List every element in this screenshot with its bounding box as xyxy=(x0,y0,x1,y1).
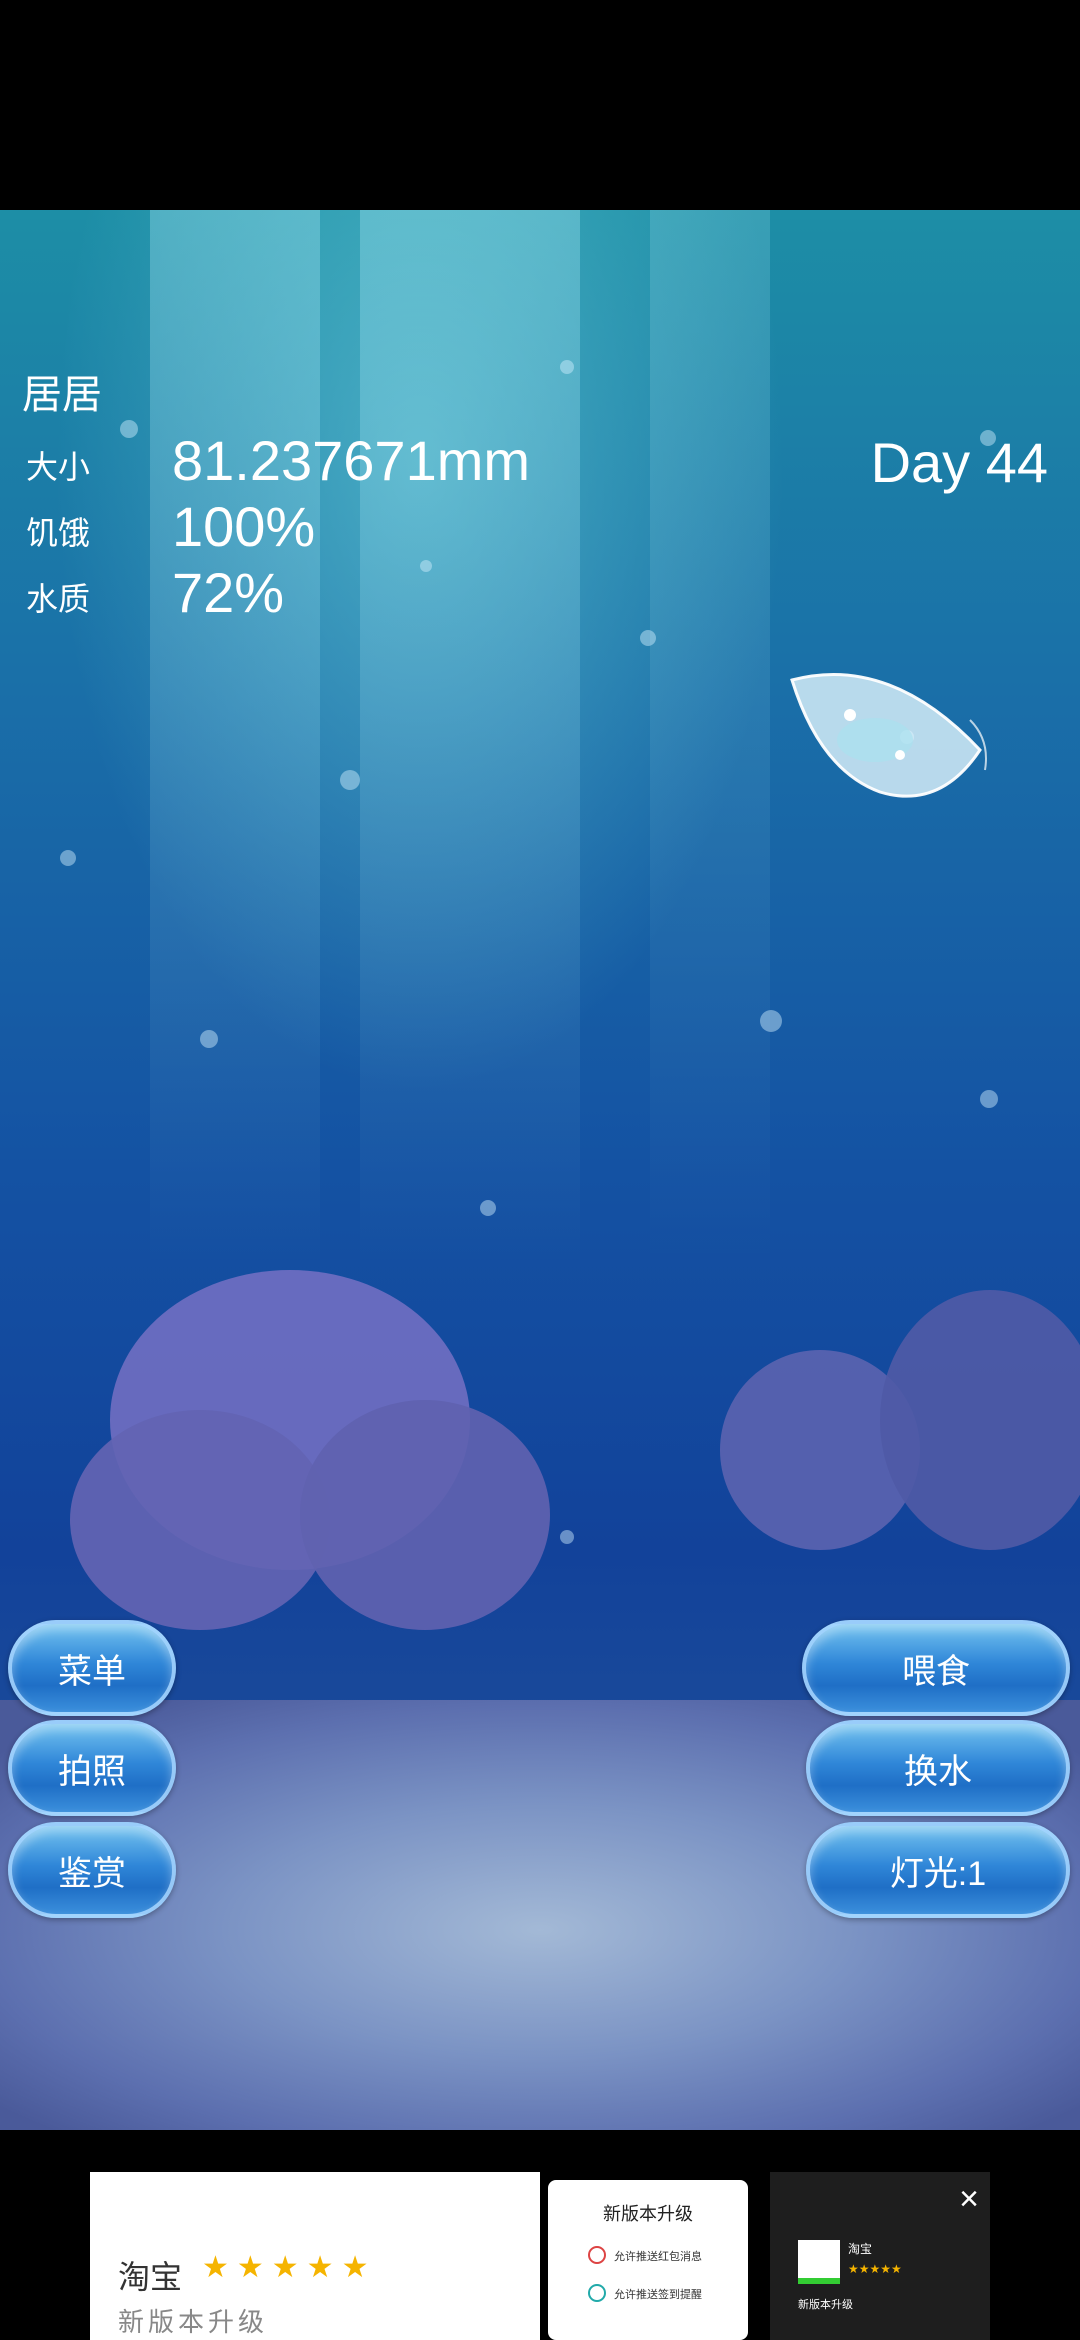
size-label: 大小 xyxy=(26,449,91,485)
bell-icon xyxy=(588,2284,606,2302)
hunger-label: 饥饿 xyxy=(26,515,91,551)
bubble xyxy=(120,420,138,438)
bubble xyxy=(340,770,360,790)
feed-button[interactable]: 喂食 xyxy=(802,1620,1070,1716)
red-envelope-icon xyxy=(588,2246,606,2264)
bubble xyxy=(560,360,574,374)
pet-name: 居居 xyxy=(22,373,102,417)
bubble xyxy=(760,1010,782,1032)
status-bar-area xyxy=(0,0,1080,210)
size-value: 81.237671mm xyxy=(172,429,531,492)
ad-dialog-preview[interactable]: 新版本升级 允许推送红包消息 允许推送签到提醒 xyxy=(548,2180,748,2340)
ad-dialog-row: 允许推送签到提醒 xyxy=(614,2289,702,2301)
change-water-button[interactable]: 换水 xyxy=(806,1720,1070,1816)
light-button[interactable]: 灯光:1 xyxy=(806,1822,1070,1918)
light-ray xyxy=(360,210,580,1270)
bubble xyxy=(420,560,432,572)
day-counter: Day 44 xyxy=(870,431,1048,494)
ad-subtitle: 新版本升级 xyxy=(118,2308,269,2338)
bubble xyxy=(640,630,656,646)
bubble xyxy=(980,1090,998,1108)
ad-panel-left[interactable]: 淘宝 ★★★★★ 新版本升级 xyxy=(90,2172,540,2340)
gallery-button[interactable]: 鉴赏 xyxy=(8,1822,176,1918)
bubble xyxy=(60,850,76,866)
bubble xyxy=(560,1530,574,1544)
water-quality-label: 水质 xyxy=(26,581,91,617)
ad-app-rating: ★★★★★ xyxy=(848,2262,902,2276)
light-ray xyxy=(650,210,770,1270)
close-icon[interactable]: × xyxy=(952,2182,986,2216)
ad-app-name: 淘宝 xyxy=(848,2242,873,2256)
app-thumbnail xyxy=(798,2240,840,2284)
ad-dialog-title: 新版本升级 xyxy=(603,2204,693,2224)
photo-button[interactable]: 拍照 xyxy=(8,1720,176,1816)
hunger-value: 100% xyxy=(172,495,316,558)
coral xyxy=(300,1400,550,1630)
water-quality-value: 72% xyxy=(172,561,285,624)
coral xyxy=(70,1410,330,1630)
ad-brand: 淘宝 xyxy=(118,2258,183,2296)
jellyfish[interactable] xyxy=(780,660,1000,820)
ad-app-caption: 新版本升级 xyxy=(798,2299,853,2311)
bubble xyxy=(480,1200,496,1216)
ad-dialog-row: 允许推送红包消息 xyxy=(614,2251,702,2263)
light-ray xyxy=(150,210,320,1270)
ad-stars: ★★★★★ xyxy=(202,2251,377,2284)
menu-button[interactable]: 菜单 xyxy=(8,1620,176,1716)
bubble xyxy=(200,1030,218,1048)
coral xyxy=(880,1290,1080,1550)
